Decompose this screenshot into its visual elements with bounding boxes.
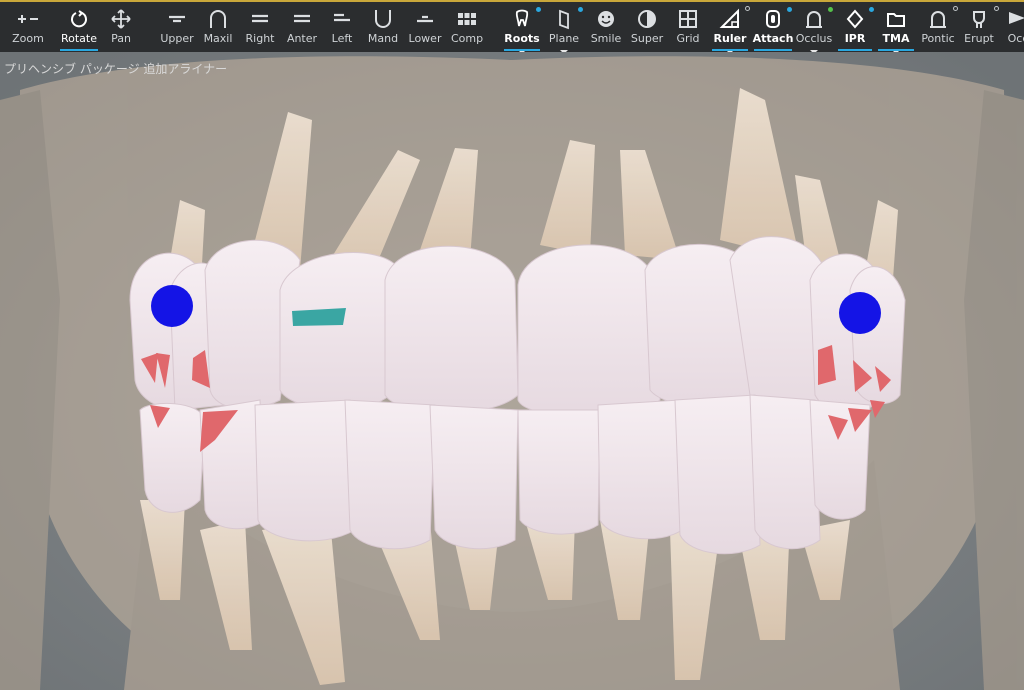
left-label: Left bbox=[331, 32, 353, 45]
attachment-marker-right bbox=[839, 292, 881, 334]
plane-icon bbox=[551, 7, 583, 32]
superimpose-tool[interactable]: Super bbox=[630, 8, 664, 52]
ruler-label: Ruler bbox=[713, 32, 747, 45]
smile-label: Smile bbox=[590, 32, 622, 45]
grid-label: Grid bbox=[676, 32, 700, 45]
occlus-status-dot bbox=[828, 7, 833, 12]
ipr-status-dot bbox=[869, 7, 874, 12]
compare-tool[interactable]: Comp bbox=[450, 8, 484, 52]
tma-underline bbox=[878, 49, 914, 51]
zoom-tool[interactable]: Zoom bbox=[4, 8, 52, 52]
attach-label: Attach bbox=[752, 32, 794, 45]
erupt-status-ring bbox=[994, 6, 999, 11]
ruler-status-ring bbox=[745, 6, 750, 11]
attachment-icon bbox=[760, 7, 792, 32]
comp-label: Comp bbox=[450, 32, 484, 45]
grid-tool[interactable]: Grid bbox=[674, 8, 702, 52]
occlusion-tool[interactable]: Occlus bbox=[795, 7, 833, 54]
pan-label: Pan bbox=[111, 32, 131, 45]
plane-label: Plane bbox=[548, 32, 580, 45]
erupt-tool[interactable]: Erupt bbox=[962, 6, 999, 52]
rotate-tool[interactable]: Rotate bbox=[60, 8, 98, 52]
compare-grid-icon bbox=[454, 8, 480, 32]
maxillary-arch-icon bbox=[205, 8, 231, 32]
tooth-root-icon bbox=[509, 7, 541, 32]
grid-icon bbox=[675, 8, 701, 32]
pontic-tool[interactable]: Pontic bbox=[920, 6, 958, 52]
occlusal-tool[interactable]: Occ bbox=[1002, 8, 1024, 52]
ipr-label: IPR bbox=[844, 32, 866, 45]
anter-label: Anter bbox=[286, 32, 318, 45]
attach-underline bbox=[754, 49, 792, 51]
lower-label: Lower bbox=[408, 32, 442, 45]
attachment-marker-left bbox=[151, 285, 193, 327]
ipr-diamond-icon bbox=[842, 7, 874, 32]
ipr-tool[interactable]: IPR bbox=[838, 7, 874, 52]
pontic-icon bbox=[925, 6, 958, 32]
active-underline bbox=[60, 49, 98, 51]
upper-view-tool[interactable]: Upper bbox=[160, 8, 194, 52]
occlusal-triangle-icon bbox=[1005, 8, 1024, 32]
mandibular-tool[interactable]: Mand bbox=[368, 8, 398, 52]
maxillary-tool[interactable]: Maxil bbox=[202, 8, 234, 52]
occlusion-icon bbox=[801, 7, 833, 32]
super-label: Super bbox=[630, 32, 664, 45]
zoom-label: Zoom bbox=[12, 32, 44, 45]
upper-view-icon bbox=[164, 8, 190, 32]
pontic-label: Pontic bbox=[921, 32, 955, 45]
case-caption: プリヘンシブ パッケージ 追加アライナー bbox=[4, 62, 228, 76]
ruler-tool[interactable]: Ruler bbox=[712, 6, 750, 54]
ruler-underline bbox=[712, 49, 748, 51]
button-cutout-marker bbox=[292, 308, 346, 326]
smile-face-icon bbox=[593, 8, 619, 32]
pontic-status-ring bbox=[953, 6, 958, 11]
rotate-icon bbox=[66, 8, 92, 32]
roots-tool[interactable]: Roots bbox=[504, 7, 541, 54]
occ-label: Occ bbox=[1007, 32, 1024, 45]
rotate-label: Rotate bbox=[60, 32, 97, 45]
folder-icon bbox=[883, 8, 909, 32]
anterior-view-icon bbox=[289, 8, 315, 32]
right-label: Right bbox=[245, 32, 275, 45]
attach-tool[interactable]: Attach bbox=[752, 7, 794, 52]
upper-label: Upper bbox=[160, 32, 194, 45]
smile-tool[interactable]: Smile bbox=[590, 8, 622, 52]
top-toolbar: Zoom Rotate Pan Upper Maxil Right Anter … bbox=[0, 0, 1024, 54]
anterior-view-tool[interactable]: Anter bbox=[286, 8, 318, 52]
plane-status-dot bbox=[578, 7, 583, 12]
dental-model-render bbox=[0, 52, 1024, 690]
ruler-triangle-icon bbox=[717, 6, 750, 32]
left-view-icon bbox=[329, 8, 355, 32]
tma-label: TMA bbox=[882, 32, 910, 45]
tma-tool[interactable]: TMA bbox=[878, 8, 914, 54]
lower-view-tool[interactable]: Lower bbox=[408, 8, 442, 52]
erupt-tooth-icon bbox=[966, 6, 999, 32]
pan-arrows-icon bbox=[108, 8, 134, 32]
lower-view-icon bbox=[412, 8, 438, 32]
mandibular-arch-icon bbox=[370, 8, 396, 32]
occlus-label: Occlus bbox=[795, 32, 833, 45]
right-view-icon bbox=[247, 8, 273, 32]
pan-tool[interactable]: Pan bbox=[106, 8, 136, 52]
roots-status-dot bbox=[536, 7, 541, 12]
roots-label: Roots bbox=[504, 32, 540, 45]
3d-viewport[interactable] bbox=[0, 52, 1024, 690]
superimpose-icon bbox=[634, 8, 660, 32]
left-view-tool[interactable]: Left bbox=[328, 8, 356, 52]
plane-tool[interactable]: Plane bbox=[548, 7, 583, 54]
ipr-underline bbox=[838, 49, 872, 51]
right-view-tool[interactable]: Right bbox=[244, 8, 276, 52]
maxil-label: Maxil bbox=[203, 32, 233, 45]
mand-label: Mand bbox=[367, 32, 399, 45]
zoom-plus-minus-icon bbox=[15, 8, 41, 32]
roots-underline bbox=[504, 49, 540, 51]
attach-status-dot bbox=[787, 7, 792, 12]
erupt-label: Erupt bbox=[964, 32, 994, 45]
